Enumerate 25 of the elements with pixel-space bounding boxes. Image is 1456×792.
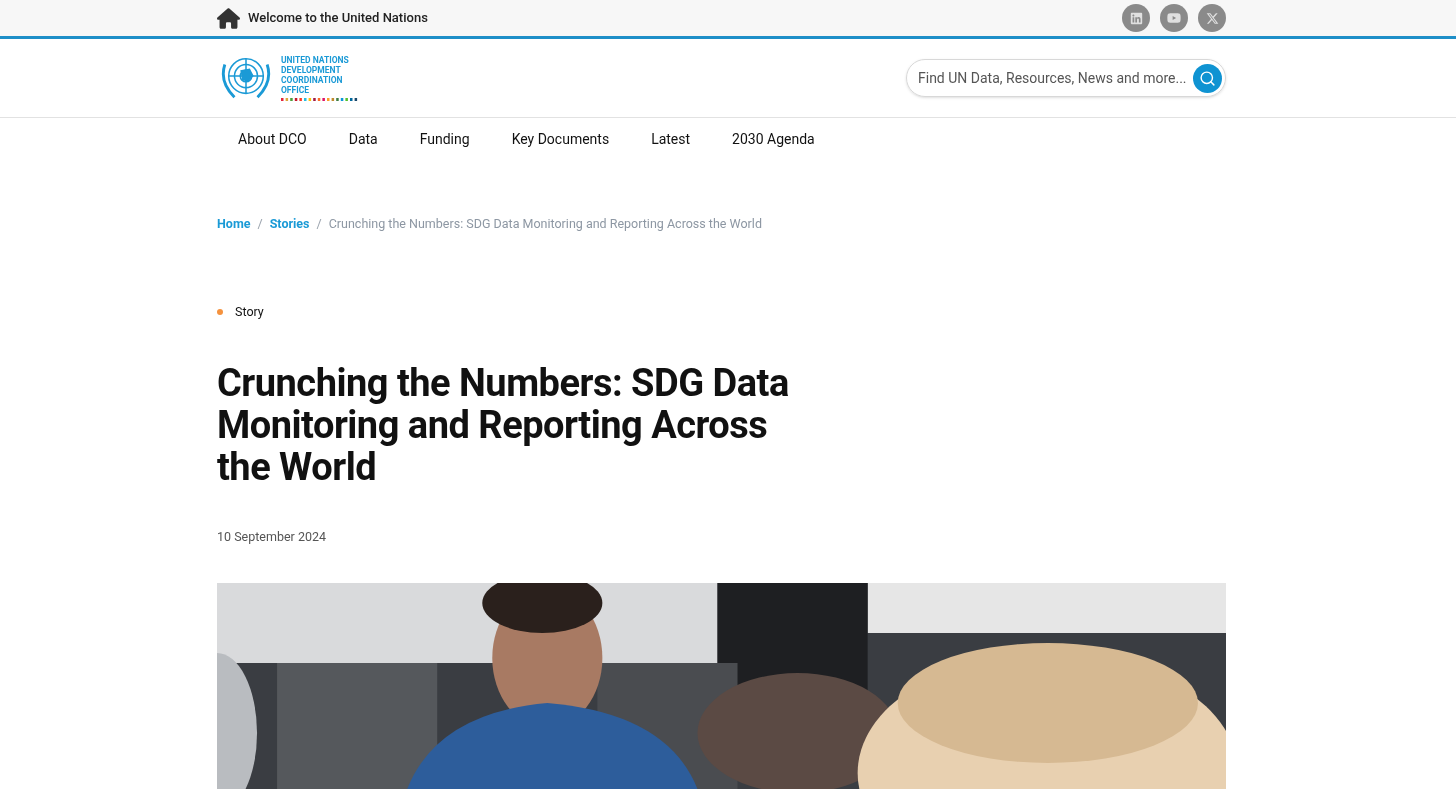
color-dots-icon bbox=[281, 98, 359, 101]
linkedin-icon[interactable] bbox=[1122, 4, 1150, 32]
logo-text: UNITED NATIONS bbox=[281, 55, 350, 65]
nav-link[interactable]: Funding bbox=[398, 128, 491, 150]
article-title: Crunching the Numbers: SDG Data Monitoring and Reporting Across the World bbox=[217, 361, 790, 488]
search-input[interactable]: Find UN Data, Resources, News and more... bbox=[918, 67, 1188, 89]
nav-link[interactable]: 2030 Agenda bbox=[711, 128, 836, 150]
search-icon bbox=[1199, 69, 1216, 87]
logo-text: OFFICE bbox=[281, 85, 311, 95]
logo-text: COORDINATION bbox=[281, 75, 344, 85]
category-label: Story bbox=[235, 302, 264, 321]
nav-link[interactable]: Latest bbox=[630, 128, 712, 150]
breadcrumb-separator: / bbox=[316, 215, 322, 233]
article-date: 10 September 2024 bbox=[217, 527, 327, 546]
nav-link[interactable]: Key Documents bbox=[490, 128, 631, 150]
logo-text: DEVELOPMENT bbox=[281, 65, 342, 75]
breadcrumb-separator: / bbox=[257, 215, 263, 233]
youtube-icon[interactable] bbox=[1160, 4, 1188, 32]
welcome-text: Welcome to the United Nations bbox=[248, 9, 428, 28]
home-icon[interactable] bbox=[217, 7, 240, 29]
search-button[interactable] bbox=[1193, 63, 1222, 93]
x-icon[interactable] bbox=[1198, 4, 1226, 32]
nav-link[interactable]: About DCO bbox=[217, 128, 328, 150]
nav-link[interactable]: Data bbox=[327, 128, 399, 150]
breadcrumb-current: Crunching the Numbers: SDG Data Monitoring and Reporting Across the World bbox=[328, 215, 762, 233]
